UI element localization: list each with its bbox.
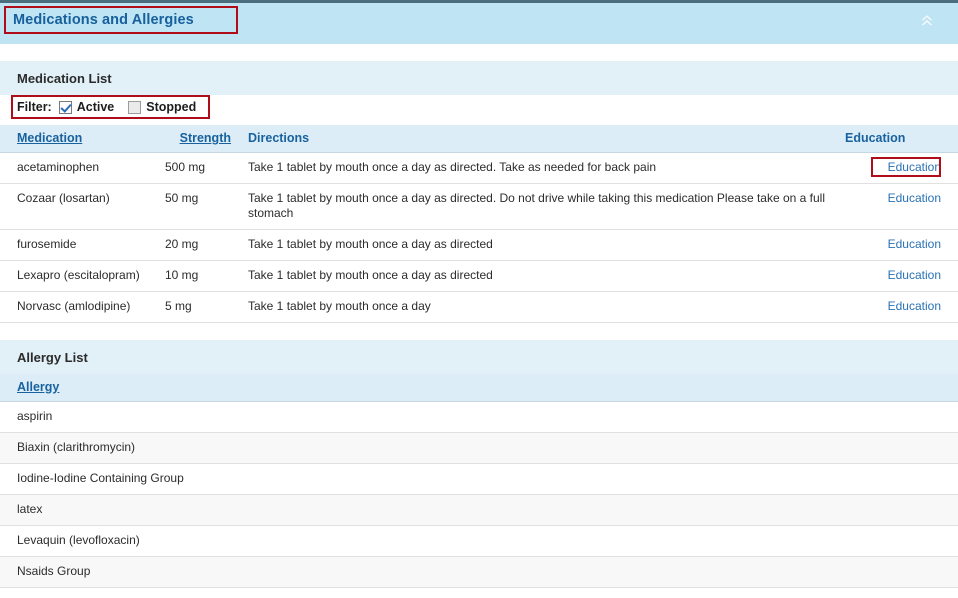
- education-link[interactable]: Education: [888, 191, 941, 205]
- cell-directions: Take 1 tablet by mouth once a day as dir…: [240, 230, 841, 261]
- label-directions: Directions: [248, 131, 309, 145]
- education-link[interactable]: Education: [888, 299, 941, 313]
- cell-allergy: aspirin: [0, 402, 958, 433]
- medication-table: Medication Strength Directions Education…: [0, 125, 958, 323]
- cell-medication: furosemide: [0, 230, 165, 261]
- list-item: Biaxin (clarithromycin): [0, 433, 958, 464]
- filter-label-active[interactable]: Active: [77, 100, 115, 114]
- medication-list-section-header: Medication List: [0, 61, 958, 95]
- cell-strength: 20 mg: [165, 230, 240, 261]
- cell-allergy: latex: [0, 495, 958, 526]
- cell-directions: Take 1 tablet by mouth once a day as dir…: [240, 261, 841, 292]
- cell-directions: Take 1 tablet by mouth once a day: [240, 292, 841, 323]
- table-row: Norvasc (amlodipine) 5 mg Take 1 tablet …: [0, 292, 958, 323]
- sort-link-allergy[interactable]: Allergy: [17, 380, 59, 394]
- cell-strength: 50 mg: [165, 184, 240, 230]
- list-item: aspirin: [0, 402, 958, 433]
- portlet-header: Medications and Allergies: [0, 0, 958, 44]
- cell-medication: Cozaar (losartan): [0, 184, 165, 230]
- cell-medication: acetaminophen: [0, 153, 165, 184]
- sort-link-strength[interactable]: Strength: [180, 131, 231, 145]
- cell-education: Education: [841, 230, 958, 261]
- double-chevron-up-icon[interactable]: [918, 12, 936, 30]
- filter-checkbox-stopped[interactable]: [128, 101, 141, 114]
- table-row: Cozaar (losartan) 50 mg Take 1 tablet by…: [0, 184, 958, 230]
- list-item: latex: [0, 495, 958, 526]
- column-header-education: Education: [841, 125, 958, 153]
- education-link[interactable]: Education: [888, 160, 941, 174]
- cell-allergy: Levaquin (levofloxacin): [0, 526, 958, 557]
- allergy-list-title: Allergy List: [17, 350, 88, 365]
- allergy-table: Allergy aspirin Biaxin (clarithromycin) …: [0, 374, 958, 588]
- cell-allergy: Biaxin (clarithromycin): [0, 433, 958, 464]
- cell-allergy: Nsaids Group: [0, 557, 958, 588]
- filter-checkbox-active[interactable]: [59, 101, 72, 114]
- cell-education: Education: [841, 261, 958, 292]
- cell-allergy: Iodine-Iodine Containing Group: [0, 464, 958, 495]
- cell-education: Education: [841, 292, 958, 323]
- column-header-directions: Directions: [240, 125, 841, 153]
- page-title: Medications and Allergies: [13, 12, 194, 28]
- column-header-strength[interactable]: Strength: [165, 125, 240, 153]
- table-row: Lexapro (escitalopram) 10 mg Take 1 tabl…: [0, 261, 958, 292]
- label-education: Education: [845, 131, 905, 145]
- cell-education: Education: [841, 153, 958, 184]
- cell-directions: Take 1 tablet by mouth once a day as dir…: [240, 153, 841, 184]
- cell-strength: 500 mg: [165, 153, 240, 184]
- cell-medication: Norvasc (amlodipine): [0, 292, 165, 323]
- allergy-list-section-header: Allergy List: [0, 340, 958, 374]
- table-row: acetaminophen 500 mg Take 1 tablet by mo…: [0, 153, 958, 184]
- filter-label-stopped[interactable]: Stopped: [146, 100, 196, 114]
- filter-controls: Filter: Active Stopped: [17, 100, 210, 114]
- cell-education: Education: [841, 184, 958, 230]
- cell-directions: Take 1 tablet by mouth once a day as dir…: [240, 184, 841, 230]
- allergy-table-body: aspirin Biaxin (clarithromycin) Iodine-I…: [0, 402, 958, 588]
- medication-list-title: Medication List: [17, 71, 112, 86]
- list-item: Levaquin (levofloxacin): [0, 526, 958, 557]
- filter-label: Filter:: [17, 100, 52, 114]
- list-item: Iodine-Iodine Containing Group: [0, 464, 958, 495]
- cell-strength: 10 mg: [165, 261, 240, 292]
- table-row: furosemide 20 mg Take 1 tablet by mouth …: [0, 230, 958, 261]
- medication-table-header-row: Medication Strength Directions Education: [0, 125, 958, 153]
- education-link[interactable]: Education: [888, 268, 941, 282]
- medication-table-body: acetaminophen 500 mg Take 1 tablet by mo…: [0, 153, 958, 323]
- medication-table-wrapper: Medication Strength Directions Education…: [0, 125, 958, 323]
- medication-filter-bar: Filter: Active Stopped: [0, 95, 958, 125]
- cell-strength: 5 mg: [165, 292, 240, 323]
- column-header-allergy[interactable]: Allergy: [0, 374, 958, 402]
- allergy-table-header-row: Allergy: [0, 374, 958, 402]
- column-header-medication[interactable]: Medication: [0, 125, 165, 153]
- sort-link-medication[interactable]: Medication: [17, 131, 82, 145]
- education-link[interactable]: Education: [888, 237, 941, 251]
- cell-medication: Lexapro (escitalopram): [0, 261, 165, 292]
- list-item: Nsaids Group: [0, 557, 958, 588]
